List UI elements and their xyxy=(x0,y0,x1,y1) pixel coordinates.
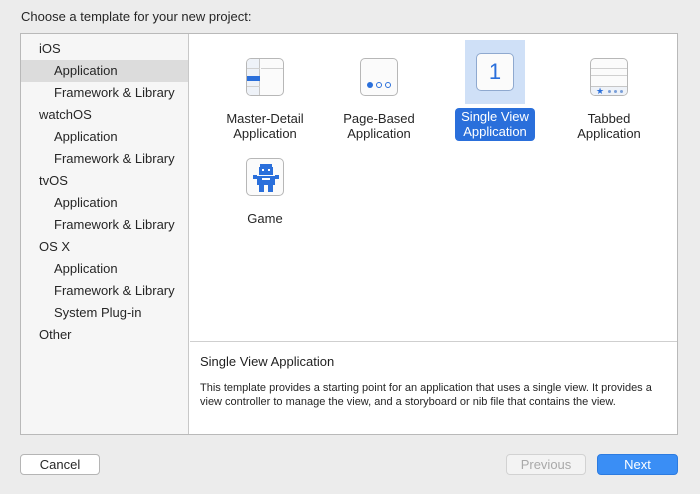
template-page-based[interactable]: Page-Based Application xyxy=(321,48,437,143)
sidebar-item-tvos-framework-library[interactable]: Framework & Library xyxy=(21,214,188,236)
tabbed-icon: ★ xyxy=(590,58,628,96)
sidebar-group-ios[interactable]: iOS xyxy=(21,38,188,60)
description-title: Single View Application xyxy=(200,354,335,369)
template-label: Game xyxy=(247,211,283,226)
sidebar-item-watchos-application[interactable]: Application xyxy=(21,126,188,148)
sidebar-group-watchos[interactable]: watchOS xyxy=(21,104,188,126)
cancel-button[interactable]: Cancel xyxy=(20,454,100,475)
sidebar-item-osx-framework-library[interactable]: Framework & Library xyxy=(21,280,188,302)
template-label: Master-Detail Application xyxy=(226,111,304,141)
sidebar-item-osx-system-plugin[interactable]: System Plug-in xyxy=(21,302,188,324)
sidebar-item-ios-framework-library[interactable]: Framework & Library xyxy=(21,82,188,104)
single-view-number: 1 xyxy=(488,59,502,84)
template-tabbed[interactable]: ★ Tabbed Application xyxy=(551,48,667,143)
master-detail-icon xyxy=(246,58,284,96)
page-based-icon xyxy=(360,58,398,96)
game-icon xyxy=(246,158,284,196)
template-label: Page-Based Application xyxy=(343,111,415,141)
page-title: Choose a template for your new project: xyxy=(21,9,252,24)
template-grid: Master-Detail Application Page-Based App… xyxy=(190,34,677,341)
template-master-detail[interactable]: Master-Detail Application xyxy=(207,48,323,143)
template-description-panel: Single View Application This template pr… xyxy=(190,341,677,434)
sidebar-item-osx-application[interactable]: Application xyxy=(21,258,188,280)
template-label: Tabbed Application xyxy=(577,111,641,141)
sidebar-group-tvos[interactable]: tvOS xyxy=(21,170,188,192)
description-text: This template provides a starting point … xyxy=(200,382,652,408)
single-view-icon: 1 xyxy=(476,53,514,91)
previous-button[interactable]: Previous xyxy=(506,454,586,475)
sidebar-item-watchos-framework-library[interactable]: Framework & Library xyxy=(21,148,188,170)
sidebar-group-other[interactable]: Other xyxy=(21,324,188,346)
sidebar-group-osx[interactable]: OS X xyxy=(21,236,188,258)
sidebar-item-tvos-application[interactable]: Application xyxy=(21,192,188,214)
template-game[interactable]: Game xyxy=(207,148,323,228)
next-button[interactable]: Next xyxy=(597,454,678,475)
template-label: Single View Application xyxy=(455,108,535,141)
template-chooser: iOS Application Framework & Library watc… xyxy=(20,33,678,435)
sidebar-item-ios-application[interactable]: Application xyxy=(21,60,188,82)
platform-sidebar: iOS Application Framework & Library watc… xyxy=(21,34,189,434)
template-single-view[interactable]: 1 Single View Application xyxy=(437,40,553,141)
